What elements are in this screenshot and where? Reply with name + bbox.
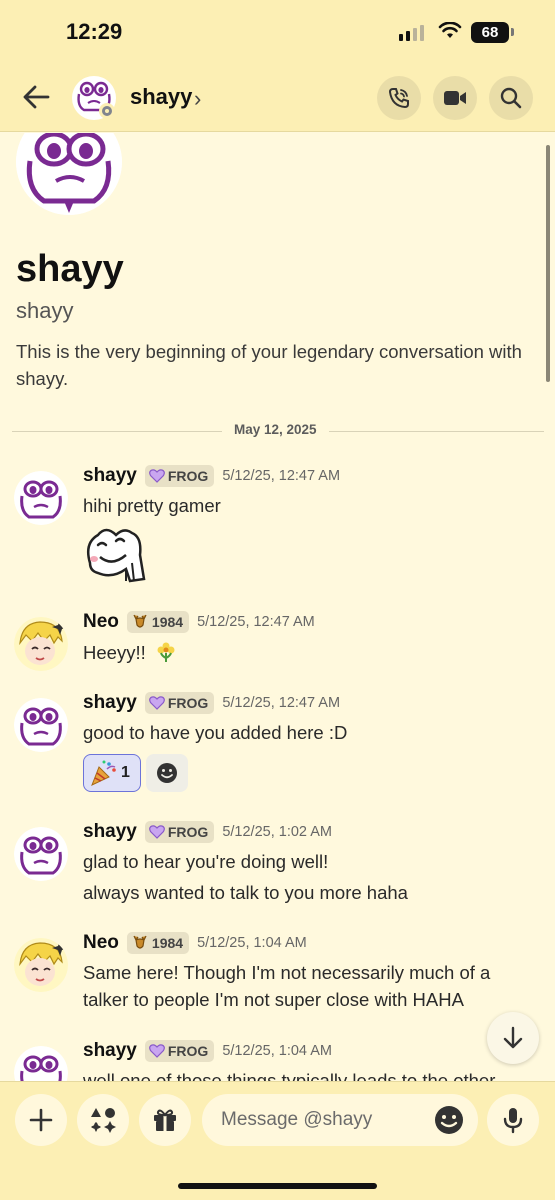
header-name[interactable]: shayy: [130, 84, 192, 110]
message-text: good to have you added here :D: [83, 722, 348, 743]
emoji-icon: [157, 763, 177, 783]
offline-status-dot: [99, 103, 115, 119]
author-name[interactable]: shayy: [83, 465, 137, 487]
message-header: Neo 1984 5/12/25, 1:04 AM: [83, 932, 307, 954]
server-tag[interactable]: FROG: [144, 692, 215, 714]
status-time: 12:29: [66, 19, 123, 44]
server-tag-label: FROG: [167, 695, 209, 711]
plus-icon: [29, 1108, 53, 1132]
deer-icon: [133, 935, 147, 949]
search-icon: [500, 87, 522, 109]
author-avatar[interactable]: [14, 938, 68, 992]
intro-avatar: [16, 133, 122, 215]
message-list[interactable]: shayy shayy This is the very beginning o…: [0, 133, 555, 1081]
home-indicator: [178, 1183, 377, 1189]
voice-message-button[interactable]: [487, 1094, 539, 1146]
search-button[interactable]: [489, 76, 533, 120]
author-name[interactable]: Neo: [83, 611, 119, 633]
server-tag[interactable]: FROG: [144, 821, 215, 843]
author-avatar[interactable]: [14, 827, 68, 881]
author-avatar[interactable]: [14, 698, 68, 752]
message-timestamp: 5/12/25, 1:04 AM: [197, 935, 307, 951]
gift-icon: [154, 1109, 176, 1131]
arrow-down-icon: [503, 1026, 523, 1049]
heart-icon: [148, 825, 165, 839]
apps-button[interactable]: [77, 1094, 129, 1146]
message-text: always wanted to talk to you more haha: [83, 882, 408, 903]
reaction-pill[interactable]: 1: [83, 754, 141, 792]
back-arrow-icon[interactable]: [22, 84, 50, 110]
message-timestamp: 5/12/25, 12:47 AM: [197, 614, 315, 630]
video-icon: [444, 91, 466, 105]
heart-icon: [148, 1044, 165, 1058]
add-reaction-button[interactable]: [146, 754, 188, 792]
chat-header: shayy ›: [0, 64, 555, 132]
message-timestamp: 5/12/25, 1:04 AM: [222, 1043, 332, 1059]
intro-username: shayy: [16, 298, 74, 323]
emoji-picker-icon[interactable]: [434, 1105, 464, 1135]
author-avatar[interactable]: [14, 617, 68, 671]
status-bar: 12:29 68: [0, 0, 555, 64]
message-timestamp: 5/12/25, 1:02 AM: [222, 824, 332, 840]
attach-button[interactable]: [15, 1094, 67, 1146]
intro-display-name: shayy: [16, 248, 124, 290]
message-text: Heeyy!!: [83, 641, 177, 664]
author-name[interactable]: Neo: [83, 932, 119, 954]
author-avatar[interactable]: [14, 471, 68, 525]
apps-icon: [91, 1108, 116, 1133]
signal-icon: [399, 25, 424, 41]
message-header: shayy FROG 5/12/25, 12:47 AM: [83, 692, 340, 714]
microphone-icon: [503, 1108, 523, 1134]
message-text: well one of those things typically leads…: [83, 1070, 496, 1081]
author-name[interactable]: shayy: [83, 1040, 137, 1062]
date-divider: May 12, 2025: [222, 422, 329, 437]
server-tag[interactable]: FROG: [144, 465, 215, 487]
message-text: talker to people I'm not super close wit…: [83, 989, 464, 1010]
server-tag-label: FROG: [167, 468, 209, 484]
phone-icon: [388, 88, 409, 109]
message-text-content: Heeyy!!: [83, 642, 146, 663]
message-timestamp: 5/12/25, 12:47 AM: [222, 695, 341, 711]
gift-button[interactable]: [139, 1094, 191, 1146]
deer-icon: [133, 614, 147, 628]
server-tag[interactable]: 1984: [126, 611, 190, 633]
reaction-count: 1: [121, 764, 130, 781]
server-tag-label: FROG: [167, 824, 209, 840]
message-text: glad to hear you're doing well!: [83, 851, 329, 872]
server-tag-label: 1984: [151, 935, 184, 951]
jump-to-present-button[interactable]: [487, 1012, 539, 1064]
heart-icon: [148, 696, 165, 710]
battery-tip: [511, 28, 514, 36]
message-header: shayy FROG 5/12/25, 1:04 AM: [83, 1040, 332, 1062]
server-tag[interactable]: 1984: [126, 932, 190, 954]
author-avatar[interactable]: [14, 1046, 68, 1081]
video-call-button[interactable]: [433, 76, 477, 120]
message-header: Neo 1984 5/12/25, 12:47 AM: [83, 611, 315, 633]
voice-call-button[interactable]: [377, 76, 421, 120]
frog-sticker: [87, 528, 146, 583]
scrollbar[interactable]: [546, 145, 550, 382]
author-name[interactable]: shayy: [83, 821, 137, 843]
message-timestamp: 5/12/25, 12:47 AM: [222, 468, 341, 484]
server-tag[interactable]: FROG: [144, 1040, 215, 1062]
author-name[interactable]: shayy: [83, 692, 137, 714]
message-text: Same here! Though I'm not necessarily mu…: [83, 962, 491, 983]
battery-level: 68: [481, 24, 499, 41]
message-text: hihi pretty gamer: [83, 495, 221, 516]
battery-icon: 68: [471, 22, 509, 43]
heart-icon: [148, 469, 165, 483]
intro-text: This is the very beginning of your legen…: [16, 341, 522, 389]
chevron-right-icon[interactable]: ›: [194, 86, 201, 112]
message-header: shayy FROG 5/12/25, 1:02 AM: [83, 821, 332, 843]
flower-icon: [157, 642, 175, 662]
wifi-icon: [438, 22, 462, 38]
message-header: shayy FROG 5/12/25, 12:47 AM: [83, 465, 340, 487]
server-tag-label: 1984: [151, 614, 184, 630]
server-tag-label: FROG: [167, 1043, 209, 1059]
party-popper-icon: [91, 760, 116, 786]
